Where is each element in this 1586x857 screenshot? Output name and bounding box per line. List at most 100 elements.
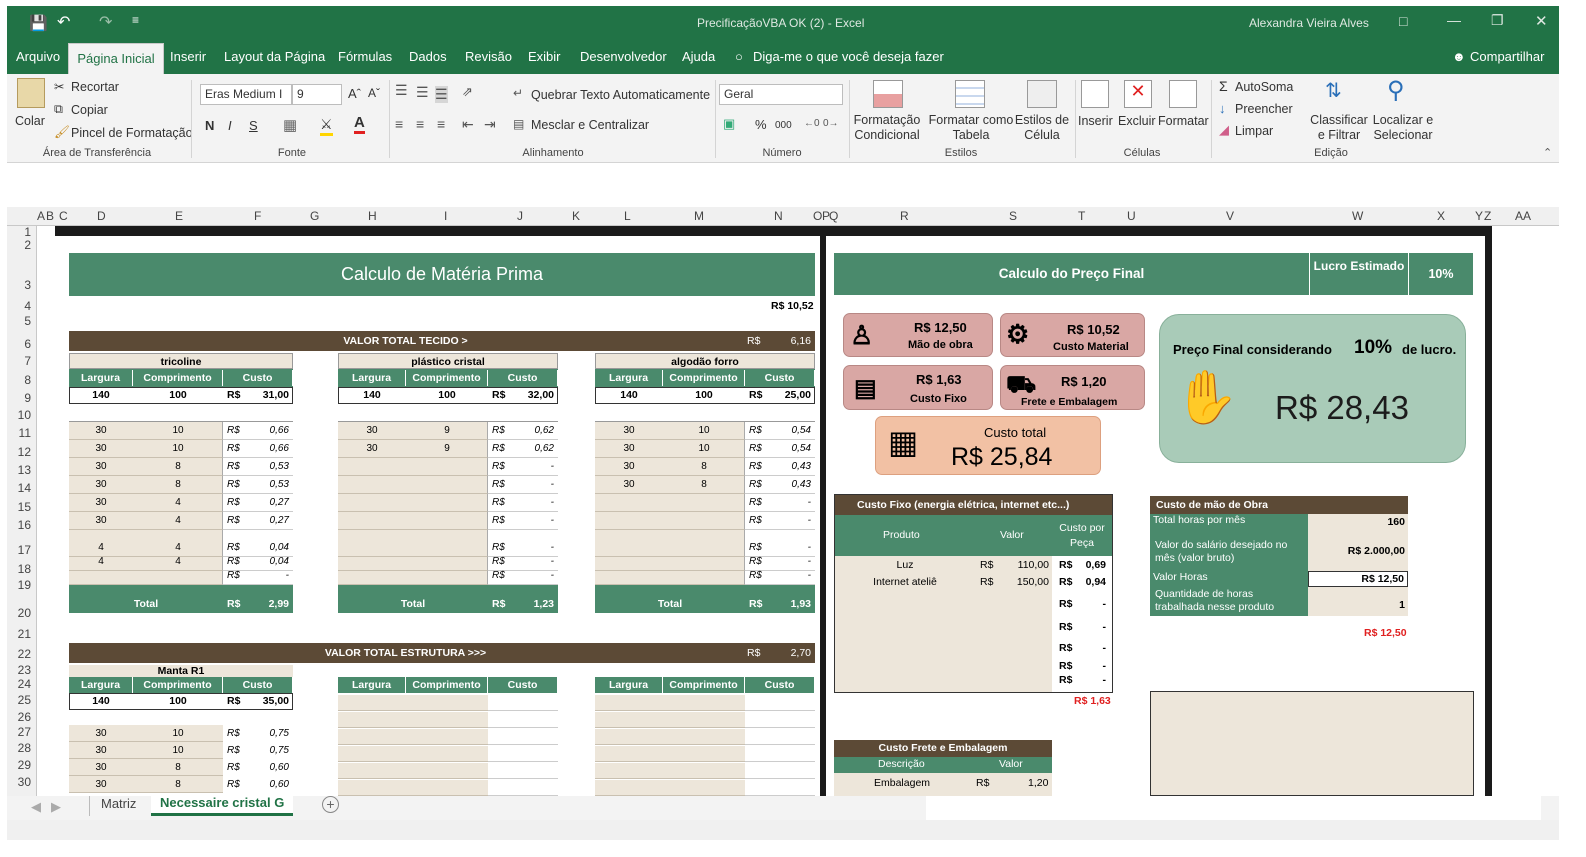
scroll-right-icon[interactable]: ▶ — [51, 799, 61, 815]
col-header[interactable]: AA — [1515, 209, 1531, 223]
row-header[interactable]: 9 — [7, 391, 31, 405]
tab-desenvolvedor[interactable]: Desenvolvedor — [580, 49, 667, 64]
merge-center-button[interactable]: Mesclar e Centralizar — [531, 118, 649, 132]
increase-indent-icon[interactable]: ⇥ — [484, 116, 496, 133]
cut-button[interactable]: Recortar — [71, 80, 119, 94]
find-select-button[interactable]: Localizar e Selecionar — [1371, 113, 1435, 143]
row-header[interactable]: 18 — [7, 562, 31, 576]
row-header[interactable]: 24 — [7, 677, 31, 691]
col-header[interactable]: X — [1437, 209, 1445, 223]
paste-button[interactable]: Colar — [15, 114, 45, 128]
undo-icon[interactable]: ↶ — [57, 12, 70, 32]
redo-icon[interactable]: ↷ — [99, 12, 112, 32]
sort-filter-button[interactable]: Classificar e Filtrar — [1309, 113, 1369, 143]
autosum-button[interactable]: AutoSoma — [1235, 80, 1293, 94]
tab-dados[interactable]: Dados — [409, 49, 447, 64]
percent-button[interactable]: % — [755, 117, 767, 132]
horizontal-scrollbar[interactable] — [926, 796, 1541, 820]
fill-button[interactable]: Preencher — [1235, 102, 1293, 116]
underline-button[interactable]: S — [249, 118, 258, 133]
format-cells-icon[interactable] — [1169, 80, 1197, 108]
row-header[interactable]: 16 — [7, 518, 31, 532]
row-header[interactable]: 7 — [7, 354, 31, 368]
conditional-format-button[interactable]: Formatação Condicional — [851, 113, 923, 143]
tab-arquivo[interactable]: Arquivo — [16, 49, 60, 64]
align-center-icon[interactable]: ≡ — [416, 116, 424, 132]
col-header[interactable]: B — [46, 209, 54, 223]
insert-cells-button[interactable]: Inserir — [1078, 114, 1113, 128]
find-icon[interactable]: ⚲ — [1387, 76, 1405, 105]
tab-formulas[interactable]: Fórmulas — [338, 49, 392, 64]
col-header[interactable]: A — [37, 209, 45, 223]
sheet-tab-matriz[interactable]: Matriz — [101, 796, 136, 811]
shrink-font-icon[interactable]: Aˇ — [368, 86, 380, 100]
row-header[interactable]: 20 — [7, 606, 31, 620]
grow-font-icon[interactable]: Aˆ — [348, 86, 361, 101]
customize-qat-icon[interactable]: ≡ — [132, 13, 139, 27]
row-header[interactable]: 22 — [7, 647, 31, 661]
font-color-icon[interactable]: A — [354, 114, 365, 134]
format-painter-button[interactable]: Pincel de Formatação — [71, 126, 193, 140]
align-middle-icon[interactable]: ☰ — [416, 84, 429, 101]
col-header[interactable]: H — [368, 209, 377, 223]
delete-cells-icon[interactable]: ✕ — [1124, 80, 1152, 108]
share-icon[interactable]: ☻ — [1452, 49, 1466, 64]
scissors-icon[interactable]: ✂ — [54, 79, 64, 94]
col-header[interactable]: G — [310, 209, 319, 223]
row-header[interactable]: 25 — [7, 693, 31, 707]
conditional-format-icon[interactable] — [873, 80, 903, 108]
scroll-left-icon[interactable]: ◀ — [31, 799, 41, 815]
brush-icon[interactable]: 🖌 — [54, 125, 70, 140]
ribbon-display-icon[interactable]: □ — [1399, 13, 1407, 29]
autosum-icon[interactable]: Σ — [1219, 78, 1228, 94]
row-header[interactable]: 23 — [7, 663, 31, 677]
worksheet[interactable]: Calculo de Matéria Prima R$ 10,52 VALOR … — [37, 226, 1559, 796]
font-name-select[interactable]: Eras Medium I — [200, 84, 292, 105]
row-header[interactable]: 17 — [7, 543, 31, 557]
row-header[interactable]: 21 — [7, 627, 31, 641]
tab-layout[interactable]: Layout da Página — [224, 49, 325, 64]
font-size-select[interactable]: 9 — [292, 84, 342, 105]
row-header[interactable]: 8 — [7, 373, 31, 387]
row-header[interactable]: 6 — [7, 337, 31, 351]
col-header[interactable]: E — [175, 209, 183, 223]
row-header[interactable]: 27 — [7, 725, 31, 739]
col-header[interactable]: J — [517, 209, 523, 223]
row-header[interactable]: 14 — [7, 481, 31, 495]
sort-filter-icon[interactable]: ⇅ — [1325, 78, 1342, 103]
row-header[interactable]: 4 — [7, 299, 31, 313]
format-cells-button[interactable]: Formatar — [1158, 114, 1209, 128]
increase-decimal-icon[interactable]: ←0 — [804, 118, 820, 129]
tab-pagina-inicial[interactable]: Página Inicial — [68, 43, 164, 74]
format-table-icon[interactable] — [955, 80, 985, 108]
merge-icon[interactable]: ▤ — [513, 117, 524, 131]
align-left-icon[interactable]: ≡ — [395, 116, 403, 132]
eraser-icon[interactable]: ◢ — [1219, 122, 1229, 138]
number-format-select[interactable]: Geral — [719, 84, 843, 105]
row-header[interactable]: 2 — [7, 238, 31, 252]
tab-revisao[interactable]: Revisão — [465, 49, 512, 64]
fill-color-icon[interactable]: ⚔ — [320, 116, 333, 136]
user-name[interactable]: Alexandra Vieira Alves — [1249, 16, 1369, 30]
format-table-button[interactable]: Formatar como Tabela — [927, 113, 1015, 143]
align-bottom-icon[interactable]: ☰ — [435, 86, 448, 103]
delete-cells-button[interactable]: Excluir — [1118, 114, 1156, 128]
col-header[interactable]: D — [97, 209, 106, 223]
minimize-icon[interactable]: — — [1447, 12, 1461, 28]
tab-ajuda[interactable]: Ajuda — [682, 49, 715, 64]
tab-inserir[interactable]: Inserir — [170, 49, 206, 64]
row-header[interactable]: 10 — [7, 408, 31, 422]
share-button[interactable]: Compartilhar — [1470, 49, 1544, 64]
wrap-text-icon[interactable]: ↵ — [513, 86, 523, 100]
tell-me-search[interactable]: Diga-me o que você deseja fazer — [753, 49, 944, 64]
row-header[interactable]: 1 — [7, 225, 31, 239]
col-header[interactable]: F — [254, 209, 261, 223]
orientation-icon[interactable]: ⇗ — [462, 84, 473, 100]
row-header[interactable]: 12 — [7, 445, 31, 459]
col-header[interactable]: O — [813, 209, 822, 223]
row-header[interactable]: 26 — [7, 710, 31, 724]
clear-button[interactable]: Limpar — [1235, 124, 1273, 138]
bold-button[interactable]: N — [205, 118, 214, 133]
row-header[interactable]: 30 — [7, 775, 31, 789]
sheet-tab-active[interactable]: Necessaire cristal G — [151, 794, 294, 816]
